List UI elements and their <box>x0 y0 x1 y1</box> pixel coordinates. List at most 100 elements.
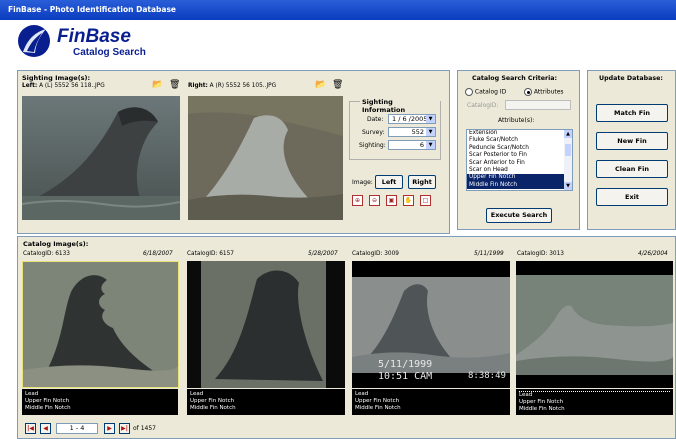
catalog-header: Catalog Image(s): <box>23 240 89 248</box>
sighting-label: Sighting: <box>359 142 386 149</box>
left-label: Left: <box>22 83 38 89</box>
catalog-date: 5/28/2007 <box>308 251 338 257</box>
tag: Upper Fin Notch <box>519 399 564 405</box>
last-page-icon[interactable]: ▶| <box>119 423 130 434</box>
attribute-item[interactable]: Fluke Scar/Notch <box>467 137 565 144</box>
page-range-input[interactable]: 1 - 4 <box>56 423 98 434</box>
new-fin-button[interactable]: New Fin <box>596 132 668 150</box>
zoom-out-icon[interactable]: ⊖ <box>369 195 380 206</box>
catalog-id-radio-label: Catalog ID <box>474 88 507 96</box>
tag: Middle Fin Notch <box>190 405 236 411</box>
left-image-label: Left: A (L) 5552 56 118..JPG <box>22 83 105 89</box>
chevron-down-icon[interactable]: ▼ <box>426 128 435 136</box>
photo-clock-stamp: 8:38:49 <box>468 371 506 381</box>
execute-search-button[interactable]: Execute Search <box>486 208 552 223</box>
catalog-date: 6/18/2007 <box>143 251 173 257</box>
right-image-button[interactable]: Right <box>408 175 436 189</box>
chevron-down-icon[interactable]: ▼ <box>426 115 435 123</box>
sighting-panel: Sighting Image(s): Left: A (L) 5552 56 1… <box>17 70 450 234</box>
attributes-radio-label: Attributes <box>533 88 564 96</box>
open-folder-icon[interactable]: 📂 <box>315 80 326 90</box>
sighting-header: Sighting Image(s): <box>22 74 91 82</box>
catalog-id-radio[interactable]: Catalog ID <box>465 88 506 96</box>
tag: Middle Fin Notch <box>25 405 71 411</box>
logo-subtitle: Catalog Search <box>73 47 146 58</box>
sighting-select[interactable]: 6 ▼ <box>388 140 436 150</box>
prev-page-icon[interactable]: ◀ <box>40 423 51 434</box>
attribute-item[interactable]: Scar Posterior to Fin <box>467 152 565 159</box>
attribute-item[interactable]: Peduncle Scar/Notch <box>467 145 565 152</box>
open-folder-icon[interactable]: 📂 <box>152 80 163 90</box>
tag: Upper Fin Notch <box>25 398 70 404</box>
right-image-label: Right: A (R) 5552 56 105..JPG <box>188 83 276 89</box>
catalog-id: CatalogID: 3009 <box>352 251 399 257</box>
fit-image-icon[interactable]: ▣ <box>386 195 397 206</box>
catalogid-input[interactable] <box>505 100 571 110</box>
next-page-icon[interactable]: ▶ <box>104 423 115 434</box>
update-title: Update Database: <box>599 75 663 82</box>
pan-hand-icon[interactable]: ✋ <box>403 195 414 206</box>
catalog-id: CatalogID: 3013 <box>517 251 564 257</box>
logo-band: FinBase Catalog Search <box>0 20 676 64</box>
tag: Middle Fin Notch <box>519 406 565 412</box>
catalogid-label: CatalogID: <box>467 102 499 109</box>
search-criteria-panel: Catalog Search Criteria: Catalog ID Attr… <box>457 70 580 230</box>
tag: Lead <box>25 391 39 397</box>
logo-title: FinBase <box>57 26 131 47</box>
chevron-down-icon[interactable]: ▼ <box>426 141 435 149</box>
catalog-date: 5/11/1999 <box>474 251 504 257</box>
scrollbar[interactable]: ▲ ▼ <box>564 130 572 190</box>
trash-icon[interactable]: 🗑 <box>332 80 343 90</box>
survey-value: 552 <box>411 128 424 136</box>
catalog-panel: Catalog Image(s): CatalogID: 6133 6/18/2… <box>17 236 676 439</box>
tag: Middle Fin Notch <box>355 405 401 411</box>
page-total: of 1457 <box>133 425 156 432</box>
catalog-image[interactable] <box>187 261 345 388</box>
date-picker[interactable]: 1 / 6 /2005 ▼ <box>388 114 436 124</box>
zoom-in-icon[interactable]: ⊕ <box>352 195 363 206</box>
crop-icon[interactable]: □ <box>420 195 431 206</box>
tag: Upper Fin Notch <box>355 398 400 404</box>
attribute-item[interactable]: Middle Fin Notch <box>467 181 565 190</box>
search-title: Catalog Search Criteria: <box>472 75 558 82</box>
left-image-button[interactable]: Left <box>375 175 403 189</box>
photo-time-stamp: 10:51 CAM <box>378 371 433 382</box>
attributes-radio[interactable]: Attributes <box>524 88 564 96</box>
first-page-icon[interactable]: |◀ <box>25 423 36 434</box>
match-fin-button[interactable]: Match Fin <box>596 104 668 122</box>
attribute-item[interactable]: Scar on Head <box>467 167 565 174</box>
attributes-label: Attribute(s): <box>498 117 535 124</box>
clean-fin-button[interactable]: Clean Fin <box>596 160 668 178</box>
sighting-info-title: Sighting Information <box>360 98 440 114</box>
window-title: FinBase - Photo Identification Database <box>8 5 177 14</box>
update-database-panel: Update Database: Match Fin New Fin Clean… <box>587 70 676 230</box>
image-label: Image: <box>352 179 373 186</box>
trash-icon[interactable]: 🗑 <box>169 80 180 90</box>
attribute-item[interactable]: Scar Anterior to Fin <box>467 160 565 167</box>
catalog-image[interactable] <box>516 261 673 388</box>
catalog-id: CatalogID: 6157 <box>187 251 234 257</box>
attribute-item[interactable]: Extension <box>467 130 565 137</box>
catalog-id: CatalogID: 6133 <box>23 251 70 257</box>
survey-select[interactable]: 552 ▼ <box>388 127 436 137</box>
scroll-down-icon[interactable]: ▼ <box>564 182 572 190</box>
date-label: Date: <box>367 116 384 123</box>
scroll-thumb[interactable] <box>565 144 571 156</box>
attribute-item[interactable]: Upper Fin Notch <box>467 174 565 182</box>
exit-button[interactable]: Exit <box>596 188 668 206</box>
tag: Upper Fin Notch <box>190 398 235 404</box>
date-value: 1 / 6 /2005 <box>392 115 428 123</box>
dolphin-logo-icon <box>18 25 50 57</box>
catalog-tags: Lead Upper Fin Notch Middle Fin Notch <box>187 389 345 415</box>
right-label: Right: <box>188 83 208 89</box>
catalog-date: 4/26/2004 <box>638 251 668 257</box>
sighting-value: 6 <box>419 141 424 149</box>
catalog-image[interactable] <box>22 261 179 388</box>
scroll-up-icon[interactable]: ▲ <box>564 130 572 138</box>
window-titlebar: FinBase - Photo Identification Database <box>0 0 676 20</box>
left-file: A (L) 5552 56 118..JPG <box>39 83 105 89</box>
catalog-tags: Lead Upper Fin Notch Middle Fin Notch <box>352 389 510 415</box>
attributes-list[interactable]: Extension Fluke Scar/Notch Peduncle Scar/N… <box>466 129 573 191</box>
right-sighting-image <box>188 96 343 220</box>
survey-label: Survey: <box>362 129 385 136</box>
